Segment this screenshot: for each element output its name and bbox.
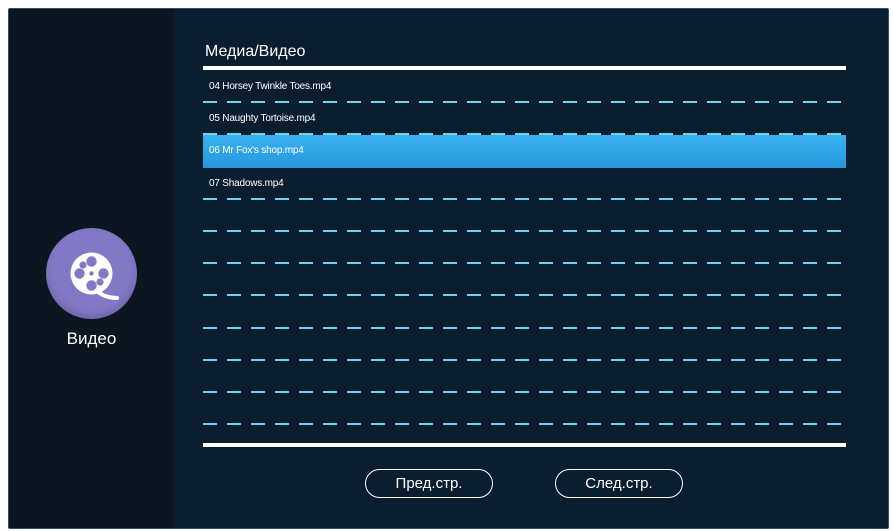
row-divider: [203, 423, 846, 426]
prev-page-button[interactable]: Пред.стр.: [365, 469, 493, 498]
list-item[interactable]: [203, 232, 846, 265]
list-item[interactable]: [203, 361, 846, 393]
footer-divider: [203, 443, 846, 447]
file-list: 04 Horsey Twinkle Toes.mp4 05 Naughty Tor…: [203, 71, 846, 426]
list-item[interactable]: [203, 200, 846, 232]
list-item[interactable]: [203, 393, 846, 426]
list-item[interactable]: 06 Mr Fox's shop.mp4: [203, 135, 846, 168]
list-item[interactable]: [203, 296, 846, 329]
category-label: Видео: [66, 329, 117, 348]
list-item-label: 07 Shadows.mp4: [209, 177, 284, 189]
list-item[interactable]: [203, 264, 846, 297]
list-item[interactable]: 07 Shadows.mp4: [203, 168, 846, 200]
list-item[interactable]: [203, 329, 846, 361]
sidebar: Видео: [9, 9, 174, 528]
list-item[interactable]: 04 Horsey Twinkle Toes.mp4: [203, 71, 846, 104]
file-browser: Медиа/Видео 04 Horsey Twinkle Toes.mp4 05…: [174, 9, 888, 528]
list-item-label: 06 Mr Fox's shop.mp4: [209, 145, 304, 157]
page-title: Медиа/Видео: [205, 43, 306, 60]
list-item-label: 05 Naughty Tortoise.mp4: [209, 113, 316, 125]
list-item[interactable]: 05 Naughty Tortoise.mp4: [203, 103, 846, 136]
film-reel-icon: [70, 252, 119, 300]
list-item-label: 04 Horsey Twinkle Toes.mp4: [209, 81, 332, 92]
media-player-screen: Видео Медиа/Видео 04 Horsey Twinkle Toes…: [8, 8, 889, 529]
next-page-button[interactable]: След.стр.: [555, 469, 683, 498]
header-divider: [203, 66, 846, 70]
video-category-button[interactable]: [46, 228, 137, 319]
